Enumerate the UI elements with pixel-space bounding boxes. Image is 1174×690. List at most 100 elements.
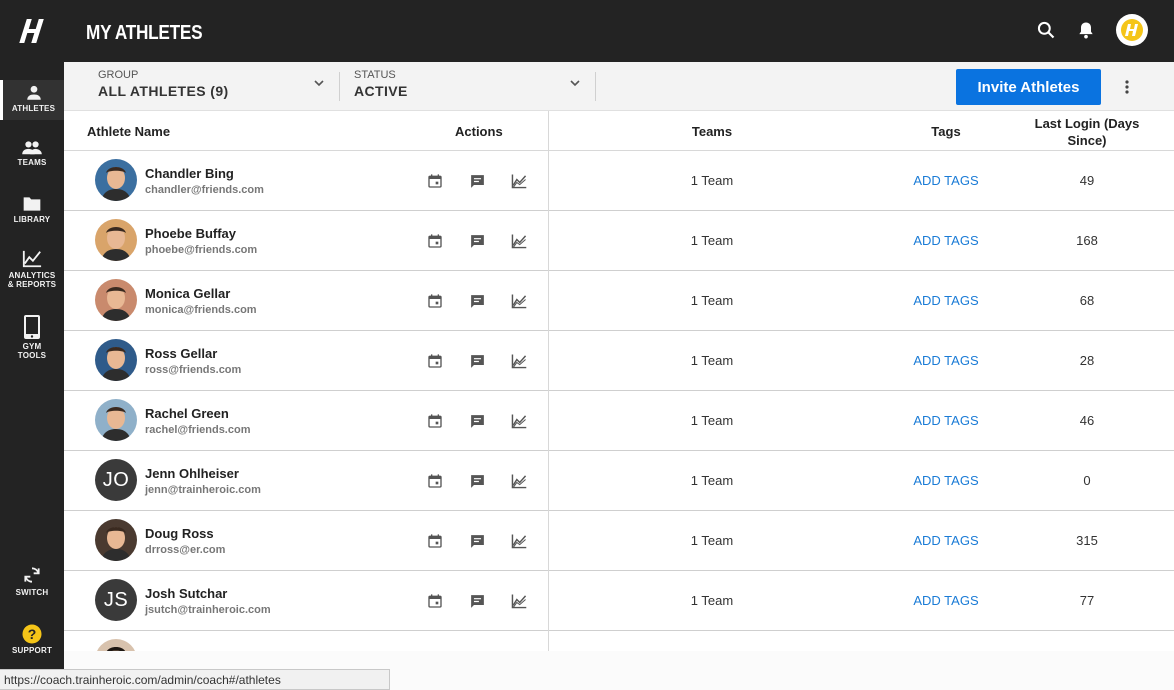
avatar[interactable]: JO xyxy=(95,459,137,501)
table-row[interactable]: Rachel Green rachel@friends.com 1 Team ADD … xyxy=(64,391,1174,451)
athlete-email: ross@friends.com xyxy=(145,364,242,376)
schedule-button[interactable] xyxy=(426,472,444,490)
table-row[interactable]: Chandler Bing chandler@friends.com 1 Team A… xyxy=(64,151,1174,211)
teams-count[interactable]: 1 Team xyxy=(662,413,762,428)
sidebar-item-analytics[interactable]: ANALYTICS & REPORTS xyxy=(0,249,64,293)
progress-button[interactable] xyxy=(510,292,528,310)
teams-count[interactable]: 1 Team xyxy=(662,173,762,188)
sidebar-item-athletes[interactable]: ATHLETES xyxy=(0,80,64,120)
sidebar-item-switch[interactable]: SWITCH xyxy=(0,564,64,598)
header-teams[interactable]: Teams xyxy=(662,124,762,139)
teams-count[interactable]: 1 Team xyxy=(662,473,762,488)
sidebar-item-label: ATHLETES xyxy=(11,104,56,113)
progress-button[interactable] xyxy=(510,352,528,370)
schedule-button[interactable] xyxy=(426,352,444,370)
athlete-name-link[interactable]: Doug Ross xyxy=(145,526,214,541)
last-login-days: 315 xyxy=(1076,533,1098,548)
schedule-button[interactable] xyxy=(426,412,444,430)
trainheroic-logo[interactable] xyxy=(0,0,64,62)
sidebar-item-teams[interactable]: TEAMS xyxy=(0,140,64,174)
schedule-button[interactable] xyxy=(426,292,444,310)
trend-chart-icon xyxy=(511,294,527,309)
message-button[interactable] xyxy=(468,412,486,430)
avatar[interactable] xyxy=(95,159,137,201)
header-tags[interactable]: Tags xyxy=(896,124,996,139)
avatar[interactable] xyxy=(95,519,137,561)
teams-count[interactable]: 1 Team xyxy=(662,353,762,368)
teams-count[interactable]: 1 Team xyxy=(662,293,762,308)
progress-button[interactable] xyxy=(510,472,528,490)
last-login-days: 68 xyxy=(1079,293,1095,308)
progress-button[interactable] xyxy=(510,172,528,190)
add-tags-link[interactable]: ADD TAGS xyxy=(896,353,996,368)
message-button[interactable] xyxy=(468,472,486,490)
sidebar-item-gym-tools[interactable]: GYM TOOLS xyxy=(0,314,64,364)
table-row[interactable]: JS Josh Sutchar jsutch@trainheroic.com 1 Te… xyxy=(64,571,1174,631)
avatar xyxy=(1116,14,1148,46)
athlete-name-link[interactable]: Chandler Bing xyxy=(145,166,234,181)
message-icon xyxy=(470,534,484,548)
avatar[interactable] xyxy=(95,219,137,261)
add-tags-link[interactable]: ADD TAGS xyxy=(896,233,996,248)
sidebar-item-support[interactable]: ? SUPPORT xyxy=(0,624,64,656)
header-actions: Actions xyxy=(455,124,503,139)
schedule-button[interactable] xyxy=(426,232,444,250)
add-tags-link[interactable]: ADD TAGS xyxy=(896,593,996,608)
avatar[interactable] xyxy=(95,339,137,381)
progress-button[interactable] xyxy=(510,412,528,430)
athlete-name-link[interactable]: Phoebe Buffay xyxy=(145,226,236,241)
analytics-icon xyxy=(22,250,42,268)
support-icon: ? xyxy=(22,624,42,644)
athlete-name-link[interactable]: Jenn Ohlheiser xyxy=(145,466,239,481)
header-last-login[interactable]: Last Login (Days Since) xyxy=(1032,115,1142,149)
table-row[interactable]: Phoebe Buffay phoebe@friends.com 1 Team ADD… xyxy=(64,211,1174,271)
search-button[interactable] xyxy=(1036,20,1056,40)
athlete-name-link[interactable]: Monica Gellar xyxy=(145,286,230,301)
message-button[interactable] xyxy=(468,592,486,610)
message-button[interactable] xyxy=(468,232,486,250)
add-tags-link[interactable]: ADD TAGS xyxy=(896,293,996,308)
column-divider xyxy=(548,111,549,651)
last-login-days: 46 xyxy=(1079,413,1095,428)
progress-button[interactable] xyxy=(510,232,528,250)
add-tags-link[interactable]: ADD TAGS xyxy=(896,413,996,428)
athlete-name-link[interactable]: Ross Gellar xyxy=(145,346,217,361)
message-button[interactable] xyxy=(468,532,486,550)
status-dropdown[interactable]: STATUS ACTIVE xyxy=(354,62,584,111)
athlete-name-link[interactable]: Rachel Green xyxy=(145,406,229,421)
avatar[interactable] xyxy=(95,399,137,441)
group-dropdown[interactable]: GROUP ALL ATHLETES (9) xyxy=(98,62,328,111)
progress-button[interactable] xyxy=(510,532,528,550)
athlete-photo xyxy=(95,519,137,561)
header-athlete-name[interactable]: Athlete Name xyxy=(87,124,170,139)
teams-count[interactable]: 1 Team xyxy=(662,593,762,608)
table-row[interactable]: Ross Gellar ross@friends.com 1 Team ADD TAG… xyxy=(64,331,1174,391)
add-tags-link[interactable]: ADD TAGS xyxy=(896,173,996,188)
add-tags-link[interactable]: ADD TAGS xyxy=(896,473,996,488)
user-avatar-button[interactable] xyxy=(1116,14,1148,46)
notifications-button[interactable] xyxy=(1076,19,1096,41)
table-row[interactable]: Doug Ross drross@er.com 1 Team ADD TAGS 315 xyxy=(64,511,1174,571)
avatar[interactable] xyxy=(95,279,137,321)
brand-avatar-icon xyxy=(1121,19,1143,41)
group-icon xyxy=(22,141,42,155)
message-button[interactable] xyxy=(468,292,486,310)
add-tags-link[interactable]: ADD TAGS xyxy=(896,533,996,548)
invite-athletes-button[interactable]: Invite Athletes xyxy=(956,69,1101,105)
schedule-button[interactable] xyxy=(426,532,444,550)
progress-button[interactable] xyxy=(510,592,528,610)
message-button[interactable] xyxy=(468,172,486,190)
teams-count[interactable]: 1 Team xyxy=(662,533,762,548)
more-options-button[interactable] xyxy=(1118,75,1136,99)
table-row[interactable]: JO Jenn Ohlheiser jenn@trainheroic.com 1 Te… xyxy=(64,451,1174,511)
table-row[interactable]: Monica Gellar monica@friends.com 1 Team ADD… xyxy=(64,271,1174,331)
avatar[interactable]: JS xyxy=(95,579,137,621)
last-login-days: 168 xyxy=(1076,233,1098,248)
teams-count[interactable]: 1 Team xyxy=(662,233,762,248)
schedule-button[interactable] xyxy=(426,172,444,190)
schedule-button[interactable] xyxy=(426,592,444,610)
sidebar-item-library[interactable]: LIBRARY xyxy=(0,195,64,229)
message-button[interactable] xyxy=(468,352,486,370)
athlete-name-link[interactable]: Josh Sutchar xyxy=(145,586,227,601)
divider xyxy=(339,72,340,101)
